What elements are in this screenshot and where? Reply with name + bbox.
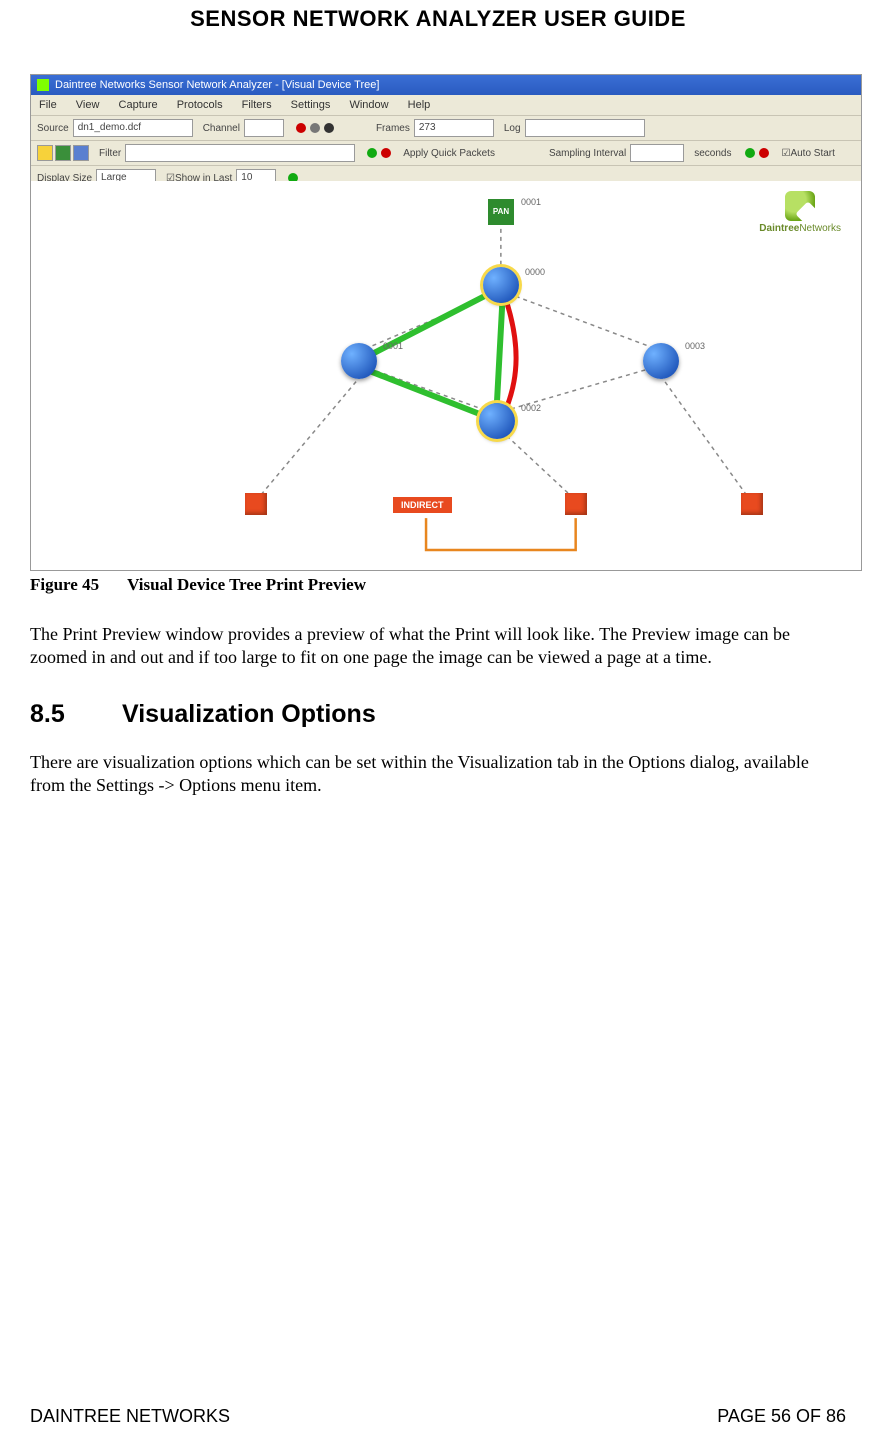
- page-footer: DAINTREE NETWORKS PAGE 56 OF 86: [30, 1406, 846, 1427]
- figure-number: Figure 45: [30, 575, 99, 594]
- menu-filters[interactable]: Filters: [242, 99, 272, 111]
- record-icon[interactable]: [296, 123, 306, 133]
- menu-view[interactable]: View: [76, 99, 100, 111]
- node-coordinator: [483, 267, 519, 303]
- label-0001: 0001: [383, 341, 403, 351]
- node-router-mid: [479, 403, 515, 439]
- clear-icon[interactable]: [381, 148, 391, 158]
- source-label: Source: [37, 123, 69, 134]
- menu-file[interactable]: File: [39, 99, 57, 111]
- paragraph-1: The Print Preview window provides a prev…: [30, 623, 846, 670]
- preview-canvas: DaintreeNetworks: [31, 181, 861, 570]
- filter-label: Filter: [99, 148, 121, 159]
- check-icon[interactable]: [745, 148, 755, 158]
- menu-settings[interactable]: Settings: [291, 99, 331, 111]
- save-icon[interactable]: [73, 145, 89, 161]
- menu-help[interactable]: Help: [408, 99, 431, 111]
- label-0002: 0002: [521, 403, 541, 413]
- x-icon[interactable]: [759, 148, 769, 158]
- node-router-left: [341, 343, 377, 379]
- source-field[interactable]: dn1_demo.dcf: [73, 119, 193, 137]
- apply-icon[interactable]: [367, 148, 377, 158]
- node-pan-label: 0001: [521, 197, 541, 207]
- label-0000: 0000: [525, 267, 545, 277]
- sampling-field[interactable]: [630, 144, 684, 162]
- frames-label: Frames: [376, 123, 410, 134]
- window-title: Daintree Networks Sensor Network Analyze…: [55, 75, 379, 95]
- log-label: Log: [504, 123, 521, 134]
- section-heading: 8.5Visualization Options: [30, 700, 846, 729]
- node-end-2: [565, 493, 587, 515]
- toolbar-row-1: Source dn1_demo.dcf Channel Frames 273 L…: [31, 116, 861, 141]
- seconds-label: seconds: [694, 148, 731, 159]
- window-titlebar: Daintree Networks Sensor Network Analyze…: [31, 75, 861, 95]
- node-pan: PAN: [488, 199, 514, 225]
- menu-window[interactable]: Window: [349, 99, 388, 111]
- pan-icon: PAN: [488, 199, 514, 225]
- section-number: 8.5: [30, 700, 122, 729]
- pause-icon[interactable]: [310, 123, 320, 133]
- app-icon: [37, 79, 49, 91]
- open-icon[interactable]: [37, 145, 53, 161]
- log-field[interactable]: [525, 119, 645, 137]
- frames-field: 273: [414, 119, 494, 137]
- channel-label: Channel: [203, 123, 240, 134]
- sampling-label: Sampling Interval: [549, 148, 626, 159]
- node-router-right: [643, 343, 679, 379]
- menu-capture[interactable]: Capture: [119, 99, 158, 111]
- page-title: SENSOR NETWORK ANALYZER USER GUIDE: [30, 0, 846, 32]
- section-title: Visualization Options: [122, 700, 376, 728]
- channel-field[interactable]: [244, 119, 284, 137]
- autostart-checkbox[interactable]: ☑: [781, 148, 790, 159]
- figure-caption: Figure 45 Visual Device Tree Print Previe…: [30, 575, 846, 595]
- autostart-label: Auto Start: [790, 148, 834, 159]
- menu-bar: File View Capture Protocols Filters Sett…: [31, 95, 861, 116]
- footer-company: DAINTREE NETWORKS: [30, 1406, 230, 1427]
- figure-screenshot: Daintree Networks Sensor Network Analyze…: [30, 74, 862, 571]
- stop-icon[interactable]: [324, 123, 334, 133]
- node-end-1: [245, 493, 267, 515]
- figure-caption-text: Visual Device Tree Print Preview: [127, 575, 366, 594]
- footer-page-number: PAGE 56 OF 86: [717, 1406, 846, 1427]
- menu-protocols[interactable]: Protocols: [177, 99, 223, 111]
- toolbar-row-2: Filter Apply Quick Packets Sampling Inte…: [31, 141, 861, 166]
- apply-quick-label[interactable]: Apply Quick Packets: [403, 148, 495, 159]
- node-end-3: [741, 493, 763, 515]
- paragraph-2: There are visualization options which ca…: [30, 751, 846, 798]
- play-icon[interactable]: [55, 145, 71, 161]
- filter-field[interactable]: [125, 144, 355, 162]
- indirect-badge: INDIRECT: [393, 497, 452, 513]
- label-0003: 0003: [685, 341, 705, 351]
